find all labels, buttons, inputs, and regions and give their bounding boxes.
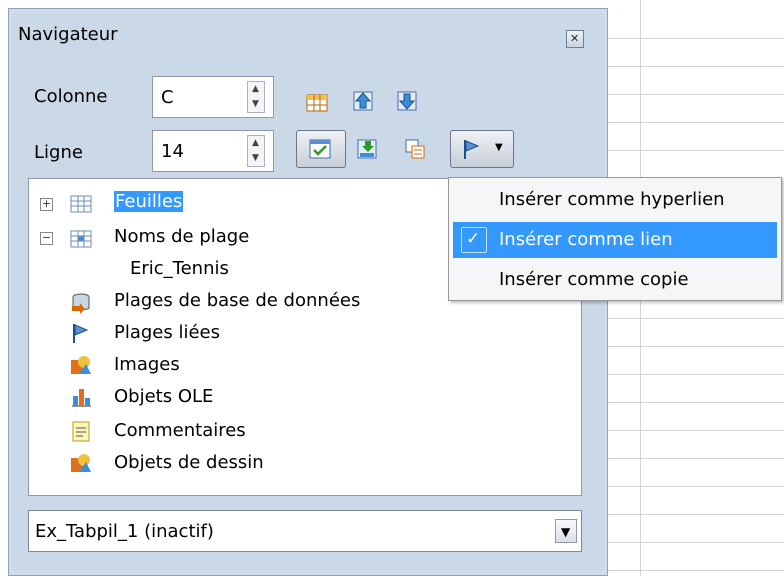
column-stepper[interactable]: ▲ ▼ [247,81,265,113]
row-value: 14 [161,141,184,162]
tree-item-images[interactable]: Images [114,354,180,375]
drag-mode-menu: Insérer comme hyperlien ✓ Insérer comme … [448,177,782,301]
grid-line [600,346,784,347]
chevron-up-icon: ▲ [252,138,259,148]
tree-item-eric-tennis[interactable]: Eric_Tennis [130,258,229,279]
grid-line [600,94,784,95]
column-field[interactable]: C ▲ ▼ [152,76,274,118]
tree-item-linked-ranges[interactable]: Plages liées [114,322,220,343]
row-label: Ligne [34,142,83,163]
drag-mode-button[interactable]: ▼ [450,130,514,168]
chevron-down-icon: ▼ [252,153,259,163]
flag-icon [464,140,480,159]
grid-line [600,430,784,431]
toggle-button[interactable] [296,130,346,168]
ole-object-icon [72,389,91,407]
grid-line [600,66,784,67]
tree-item-database-ranges[interactable]: Plages de base de données [114,290,360,311]
range-name-icon [70,230,92,248]
window-title: Navigateur [18,24,118,45]
sheet-icon [70,195,92,213]
image-icon [71,356,91,374]
menu-item-insert-copy[interactable]: Insérer comme copie [453,262,777,298]
expand-icon[interactable]: + [40,198,53,211]
menu-item-insert-hyperlink[interactable]: Insérer comme hyperlien [453,182,777,218]
database-icon [72,293,90,314]
grid-line [600,318,784,319]
data-range-icon[interactable] [306,92,328,114]
comment-icon [72,421,90,442]
toggle-icon [309,139,331,159]
menu-item-insert-link[interactable]: ✓ Insérer comme lien [453,222,777,258]
grid-line [600,514,784,515]
chevron-down-icon: ▼ [252,99,259,109]
start-icon[interactable] [352,90,374,112]
tree-item-drawing-objects[interactable]: Objets de dessin [114,452,264,473]
dropdown-arrow-icon: ▼ [495,142,503,153]
grid-line [600,374,784,375]
grid-line [600,150,784,151]
row-field[interactable]: 14 ▲ ▼ [152,130,274,172]
collapse-icon[interactable]: − [40,232,53,245]
document-select-toggle[interactable]: ▼ [555,519,577,543]
checkmark-icon: ✓ [461,227,487,253]
drawing-icon [71,454,91,472]
grid-line [600,570,784,571]
chevron-up-icon: ▲ [252,84,259,94]
column-label: Colonne [34,86,108,107]
grid-line [600,38,784,39]
end-icon[interactable] [396,90,418,112]
grid-line [600,542,784,543]
tree-item-noms-de-plage[interactable]: Noms de plage [114,226,249,247]
flag-icon [73,324,89,343]
tree-item-feuilles[interactable]: Feuilles [114,191,184,212]
grid-line [600,122,784,123]
close-icon: ✕ [570,32,580,45]
close-button[interactable]: ✕ [566,30,584,48]
document-select-value: Ex_Tabpil_1 (inactif) [35,521,214,542]
tree-item-ole-objects[interactable]: Objets OLE [114,386,213,407]
grid-line [600,486,784,487]
document-select[interactable]: Ex_Tabpil_1 (inactif) ▼ [28,510,582,552]
column-value: C [161,87,174,108]
grid-line [600,458,784,459]
tree-item-comments[interactable]: Commentaires [114,420,246,441]
grid-line [600,402,784,403]
chevron-down-icon: ▼ [561,525,571,539]
row-stepper[interactable]: ▲ ▼ [247,135,265,167]
scenarios-icon[interactable] [356,138,378,160]
document-switch-icon[interactable] [404,138,426,160]
